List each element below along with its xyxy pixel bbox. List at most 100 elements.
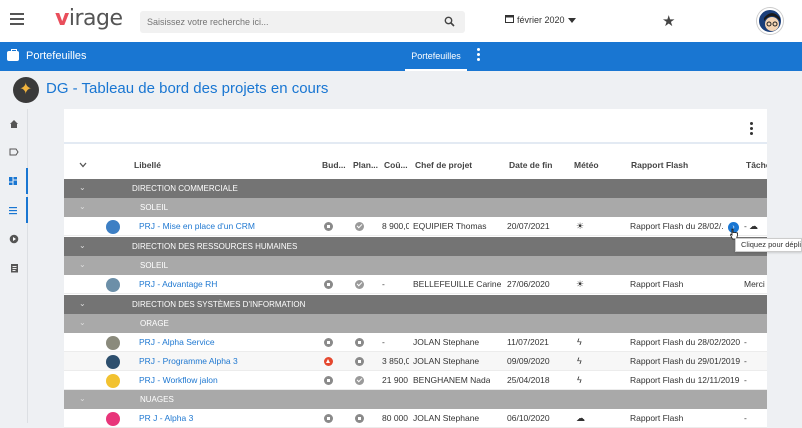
rapport-flash[interactable]: Rapport Flash du 12/11/2019 (630, 371, 742, 390)
date-selector[interactable]: février 2020 (505, 14, 576, 25)
cout-value: 21 900 (382, 375, 408, 385)
project-link[interactable]: PR J - Alpha 3 (139, 409, 193, 428)
menu-icon[interactable] (10, 13, 24, 25)
collapse-all-icon[interactable] (79, 160, 87, 172)
table-row[interactable]: PRJ - Programme Alpha 3 3 850,0 JOLAN St… (64, 352, 767, 371)
tag-icon[interactable] (0, 139, 28, 165)
group-row[interactable]: ⌄ DIRECTION DES RESSOURCES HUMAINES (64, 237, 767, 256)
project-link[interactable]: PRJ - Mise en place d'un CRM (139, 217, 255, 236)
chef-de-projet: BENGHANEM Nada (413, 375, 491, 385)
project-thumbnail (106, 374, 120, 388)
module-bar: Portefeuilles Portefeuilles (0, 42, 802, 71)
rapport-flash[interactable]: Rapport Flash (630, 275, 683, 294)
table-row[interactable]: PRJ - Workflow jalon 21 900 BENGHANEM Na… (64, 371, 767, 390)
group-row[interactable]: ⌄ DIRECTION COMMERCIALE (64, 179, 767, 198)
lightning-icon: ϟ (577, 356, 582, 366)
subgroup-row[interactable]: ⌄ SOLEIL (64, 256, 767, 275)
subgroup-row[interactable]: ⌄ SOLEIL (64, 198, 767, 217)
header-cout[interactable]: Coû... (384, 160, 408, 172)
project-link[interactable]: PRJ - Alpha Service (139, 333, 215, 352)
group-row[interactable]: ⌄ DIRECTION DES SYSTÈMES D'INFORMATION (64, 295, 767, 314)
chevron-down-icon[interactable]: ⌄ (79, 183, 86, 192)
chevron-down-icon[interactable]: ⌄ (79, 394, 86, 403)
planning-status-icon (355, 414, 364, 423)
tache-value: - (744, 337, 747, 347)
project-thumbnail (106, 220, 120, 234)
search-input[interactable] (140, 11, 430, 33)
cloud-icon: ☁ (749, 221, 758, 231)
budget-status-icon (324, 376, 333, 385)
date-de-fin: 20/07/2021 (507, 221, 550, 231)
date-de-fin: 09/09/2020 (507, 356, 550, 366)
project-link[interactable]: PRJ - Programme Alpha 3 (139, 352, 238, 371)
right-gutter (767, 109, 802, 423)
dashboard-icon[interactable] (0, 168, 28, 194)
sun-icon: ☀ (576, 221, 585, 231)
more-vertical-icon[interactable] (750, 122, 753, 137)
header-planning[interactable]: Plan... (353, 160, 379, 172)
table-row[interactable]: PRJ - Alpha Service - JOLAN Stephane 11/… (64, 333, 767, 352)
subgroup-label: SOLEIL (140, 261, 169, 270)
planning-status-icon (355, 357, 364, 366)
tab-portefeuilles[interactable]: Portefeuilles (405, 42, 467, 71)
date-de-fin: 11/07/2021 (507, 337, 549, 347)
star-icon[interactable]: ★ (662, 12, 675, 30)
table-row[interactable]: PRJ - Advantage RH - BELLEFEUILLE Carine… (64, 275, 767, 294)
home-icon[interactable] (0, 111, 28, 137)
chevron-down-icon (567, 15, 576, 25)
table-row[interactable]: PR J - Alpha 3 80 000 JOLAN Stephane 06/… (64, 409, 767, 428)
lightning-icon: ϟ (577, 337, 582, 347)
budget-status-icon (324, 338, 333, 347)
cout-value: 3 850,0 (382, 356, 409, 366)
chevron-down-icon[interactable]: ⌄ (79, 318, 86, 327)
header-meteo[interactable]: Météo (574, 160, 599, 172)
project-link[interactable]: PRJ - Workflow jalon (139, 371, 218, 390)
subgroup-label: SOLEIL (140, 203, 169, 212)
header-tache[interactable]: Tâche (746, 160, 767, 172)
header-libelle[interactable]: Libellé (134, 160, 161, 172)
search-icon[interactable] (444, 16, 455, 29)
table-row[interactable]: PRJ - Mise en place d'un CRM 8 900,0 EQU… (64, 217, 767, 236)
header-rapport-flash[interactable]: Rapport Flash (631, 160, 688, 172)
budget-status-icon (324, 280, 333, 289)
tache-value: - (744, 356, 747, 366)
compass-icon (13, 77, 39, 103)
progress-bar (64, 142, 767, 144)
subgroup-row[interactable]: ⌄ ORAGE (64, 314, 767, 333)
app-logo[interactable]: virage (55, 6, 123, 31)
rapport-flash[interactable]: Rapport Flash (630, 409, 683, 428)
group-label: DIRECTION DES RESSOURCES HUMAINES (132, 242, 298, 251)
date-label: février 2020 (517, 14, 565, 25)
lightning-icon: ϟ (577, 375, 582, 385)
subgroup-row[interactable]: ⌄ NUAGES (64, 390, 767, 409)
group-label: DIRECTION COMMERCIALE (132, 184, 238, 193)
chevron-down-icon[interactable]: ⌄ (79, 260, 86, 269)
clipboard-icon[interactable] (0, 255, 28, 281)
header-budget[interactable]: Bud... (322, 160, 348, 172)
avatar[interactable] (757, 8, 783, 34)
budget-status-icon (324, 222, 333, 231)
project-thumbnail (106, 355, 120, 369)
project-link[interactable]: PRJ - Advantage RH (139, 275, 217, 294)
rapport-flash[interactable]: Rapport Flash du 29/01/2019 (630, 352, 742, 371)
rapport-flash[interactable]: Rapport Flash du 28/02/... (630, 217, 724, 236)
header-date-de-fin[interactable]: Date de fin (509, 160, 552, 172)
chevron-down-icon[interactable]: ⌄ (79, 241, 86, 250)
play-icon[interactable] (0, 226, 28, 252)
tache-value: - (744, 413, 747, 423)
date-de-fin: 25/04/2018 (507, 375, 550, 385)
project-thumbnail (106, 278, 120, 292)
planning-check-icon (355, 376, 364, 385)
cout-value: 80 000 (382, 413, 408, 423)
header-chef-de-projet[interactable]: Chef de projet (415, 160, 472, 172)
chevron-down-icon[interactable]: ⌄ (79, 299, 86, 308)
rapport-flash[interactable]: Rapport Flash du 28/02/2020 (630, 333, 742, 352)
chef-de-projet: JOLAN Stephane (413, 413, 480, 423)
list-icon[interactable] (0, 197, 28, 223)
chevron-down-icon[interactable]: ⌄ (79, 202, 86, 211)
tache-value: - (744, 375, 747, 385)
more-vertical-icon[interactable] (477, 48, 480, 63)
calendar-icon (505, 14, 514, 25)
chef-de-projet: JOLAN Stephane (413, 356, 480, 366)
date-de-fin: 27/06/2020 (507, 279, 550, 289)
